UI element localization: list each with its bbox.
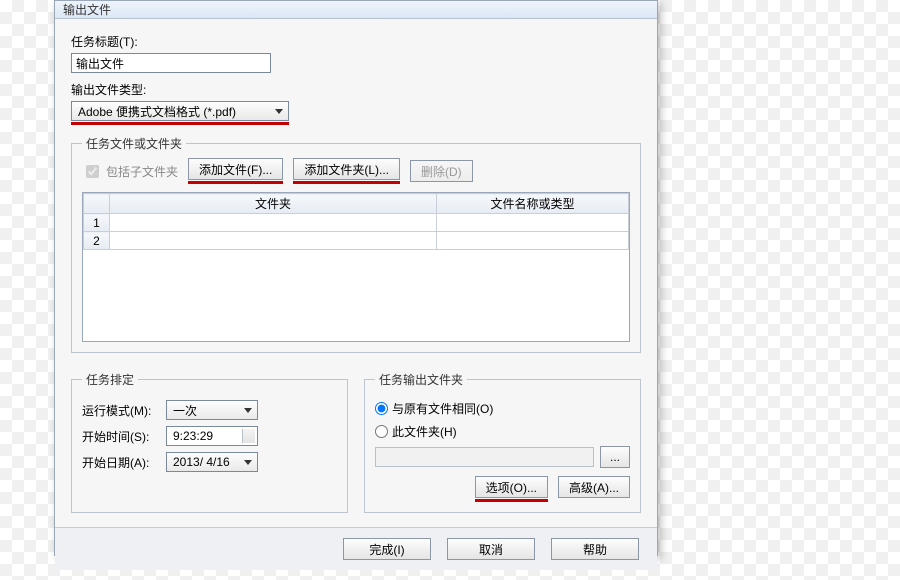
options-button[interactable]: 选项(O)... [475, 476, 548, 498]
add-folder-button[interactable]: 添加文件夹(L)... [293, 158, 400, 180]
finish-button[interactable]: 完成(I) [343, 538, 431, 560]
corner-header [84, 194, 110, 214]
output-folder-group: 任务输出文件夹 与原有文件相同(O) 此文件夹(H) ... 选项(O)... [364, 371, 641, 513]
run-mode-combo[interactable]: 一次 [166, 400, 258, 420]
browse-button[interactable]: ... [600, 446, 630, 468]
start-date-label: 开始日期(A): [82, 454, 160, 471]
files-toolbar: 包括子文件夹 添加文件(F)... 添加文件夹(L)... 删除(D) [82, 158, 630, 184]
output-folder-legend: 任务输出文件夹 [375, 371, 467, 388]
window-title: 输出文件 [63, 1, 111, 18]
files-group: 任务文件或文件夹 包括子文件夹 添加文件(F)... 添加文件夹(L)... 删… [71, 135, 641, 353]
titlebar: 输出文件 [55, 1, 657, 19]
include-subfolders-input [86, 165, 99, 178]
cancel-button[interactable]: 取消 [447, 538, 535, 560]
start-time-input[interactable]: 9:23:29 [166, 426, 258, 446]
start-date-combo[interactable]: 2013/ 4/16 [166, 452, 258, 472]
radio-same-as-source[interactable]: 与原有文件相同(O) [375, 400, 630, 417]
schedule-legend: 任务排定 [82, 371, 138, 388]
delete-button: 删除(D) [410, 160, 473, 182]
files-legend: 任务文件或文件夹 [82, 135, 186, 152]
files-table[interactable]: 文件夹 文件名称或类型 1 2 [82, 192, 630, 342]
start-time-label: 开始时间(S): [82, 428, 160, 445]
table-row[interactable]: 2 [84, 232, 629, 250]
task-title-label: 任务标题(T): [71, 33, 641, 50]
help-button[interactable]: 帮助 [551, 538, 639, 560]
col-folder: 文件夹 [110, 194, 437, 214]
export-dialog: 输出文件 任务标题(T): 输出文件类型: Adobe 便携式文档格式 (*.p… [54, 0, 658, 556]
include-subfolders-checkbox: 包括子文件夹 [82, 162, 178, 181]
col-name-type: 文件名称或类型 [437, 194, 629, 214]
output-type-label: 输出文件类型: [71, 81, 641, 98]
output-type-combo[interactable]: Adobe 便携式文档格式 (*.pdf) [71, 101, 289, 121]
radio-this-folder[interactable]: 此文件夹(H) [375, 423, 630, 440]
dialog-body: 任务标题(T): 输出文件类型: Adobe 便携式文档格式 (*.pdf) 任… [55, 19, 657, 527]
output-type-value: Adobe 便携式文档格式 (*.pdf) [78, 103, 236, 120]
schedule-group: 任务排定 运行模式(M): 一次 开始时间(S): 9:23:29 开始日期(A… [71, 371, 348, 513]
folder-path-box [375, 447, 594, 467]
task-title-input[interactable] [71, 53, 271, 73]
add-file-button[interactable]: 添加文件(F)... [188, 158, 283, 180]
run-mode-label: 运行模式(M): [82, 402, 160, 419]
advanced-button[interactable]: 高级(A)... [558, 476, 630, 498]
table-row[interactable]: 1 [84, 214, 629, 232]
dialog-footer: 完成(I) 取消 帮助 [55, 527, 657, 570]
